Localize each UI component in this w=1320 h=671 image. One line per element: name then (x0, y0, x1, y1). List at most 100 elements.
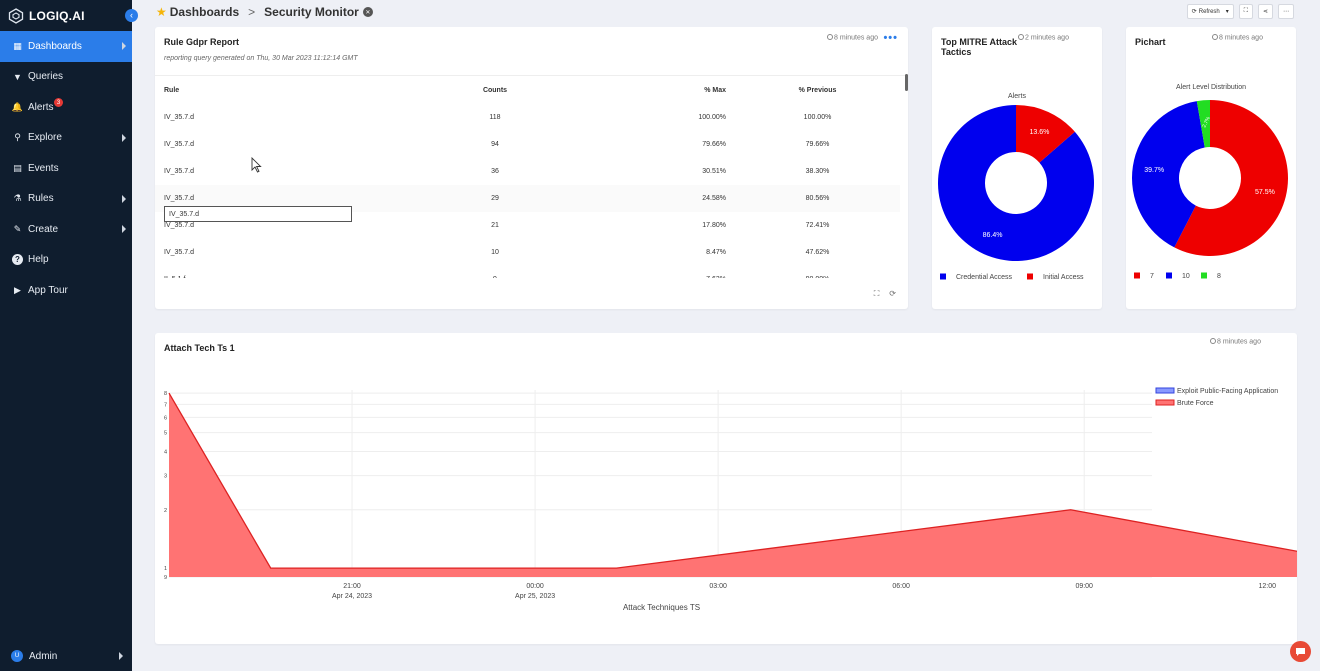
sidebar-item-explore[interactable]: ⚲ Explore (0, 123, 132, 154)
sidebar-item-queries[interactable]: ▼ Queries (0, 62, 132, 93)
widget-footer: ⛶ ⟳ (874, 289, 896, 299)
sidebar-item-app-tour[interactable]: ▶ App Tour (0, 275, 132, 306)
sidebar-item-alerts[interactable]: 🔔 Alerts 3 (0, 92, 132, 123)
chart-title: Alert Level Distribution (1176, 84, 1246, 91)
breadcrumb-dashboards[interactable]: Dashboards (170, 5, 239, 19)
mouse-cursor-icon (251, 157, 262, 173)
table-cell: 30.51% (702, 168, 726, 175)
sidebar-item-dashboards[interactable]: ▦ Dashboards (0, 31, 132, 62)
sidebar-item-events[interactable]: ▤ Events (0, 153, 132, 184)
legend-swatch (1201, 272, 1207, 279)
legend-swatch (1155, 399, 1175, 406)
table-cell: 79.66% (702, 141, 726, 148)
y-tick-label: 3 (164, 474, 167, 480)
refresh-button[interactable]: ⟳ Refresh ▾ (1186, 4, 1234, 19)
legend-label[interactable]: Brute Force (1177, 400, 1214, 407)
edit-icon: ✎ (13, 223, 22, 234)
table-cell: IV_35.7.d (164, 249, 194, 256)
table-row[interactable]: IV_35.7.d 94 79.66% 79.66% (155, 131, 900, 158)
y-tick-label: 8 (164, 391, 167, 397)
x-tick-sublabel: Apr 24, 2023 (332, 593, 372, 600)
alerts-count-badge: 3 (54, 98, 63, 107)
table-row[interactable]: IV_35.7.d 36 30.51% 38.30% (155, 158, 900, 185)
sidebar-item-create[interactable]: ✎ Create (0, 214, 132, 245)
legend-label[interactable]: Initial Access (1043, 274, 1084, 281)
table-scroll-area[interactable]: Rule Counts% Max% Previous IV_35.7.d 118 10… (155, 75, 908, 278)
sidebar: LOGIQ.AI ‹ ▦ Dashboards ▼ Queries 🔔 Alerts 3 ⚲ E… (0, 0, 138, 671)
table-cell: 90.00% (735, 266, 900, 278)
slice-value-label: 13.6% (1029, 129, 1049, 136)
table-body: IV_35.7.d 118 100.00% 100.00% IV_35.7.d 94 79.… (155, 104, 900, 278)
widget-title: Rule Gdpr Report (164, 37, 240, 47)
table-cell: II_5.1.f (155, 266, 395, 278)
info-icon[interactable]: ✕ (362, 7, 373, 17)
rule-gdpr-report-widget: Rule Gdpr Report reporting query generat… (155, 27, 908, 309)
column-header[interactable]: % Max (595, 76, 735, 104)
search-icon: ⚲ (14, 132, 21, 143)
cell-tooltip: IV_35.7.d (164, 206, 352, 222)
chat-icon (1296, 647, 1305, 656)
widget-menu-button[interactable]: ••• (883, 32, 898, 44)
attach-tech-ts-widget: Attach Tech Ts 1 8 minutes ago 912345678… (155, 333, 1297, 644)
table-scrollbar[interactable] (905, 74, 908, 91)
y-tick-label: 9 (164, 575, 167, 581)
chat-button[interactable] (1290, 641, 1311, 662)
legend-label[interactable]: 10 (1182, 273, 1190, 280)
refresh-icon[interactable]: ⟳ (889, 289, 896, 299)
table-row[interactable]: IV_35.7.d 118 100.00% 100.00% (155, 104, 900, 131)
brand-name: LOGIQ.AI (29, 8, 85, 23)
table-cell: 79.66% (805, 141, 830, 148)
sidebar-item-label: Help (28, 254, 49, 266)
table-cell: 7.63% (595, 266, 735, 278)
more-options-button[interactable]: ⋯ (1278, 4, 1294, 19)
attack-techniques-area-chart: 9 1 2 3 4 5 6 7 8 21:00 Apr 24, 2023 00:00 Apr 25, 2… (164, 387, 1297, 612)
sidebar-item-label: App Tour (28, 284, 68, 296)
chevron-right-icon (119, 652, 123, 660)
x-tick-label: 21:00 (343, 583, 361, 590)
share-button[interactable]: ⋖ (1257, 4, 1273, 19)
x-tick-label: 12:00 (1258, 583, 1276, 590)
sidebar-item-rules[interactable]: ⚗ Rules (0, 184, 132, 215)
legend-label[interactable]: Exploit Public-Facing Application (1177, 388, 1278, 395)
flask-icon: ⚗ (13, 193, 22, 204)
sidebar-item-label: Rules (28, 193, 54, 205)
legend-label[interactable]: 7 (1150, 273, 1154, 280)
question-icon: ? (12, 254, 23, 266)
table-cell: 100.00% (803, 114, 832, 121)
grid-icon: ▦ (13, 40, 22, 51)
table-cell: 80.56% (735, 185, 900, 212)
sidebar-nav: ▦ Dashboards ▼ Queries 🔔 Alerts 3 ⚲ Explore ▤ Even… (0, 31, 132, 306)
y-tick-label: 6 (164, 415, 167, 421)
slice-value-label: 57.5% (1255, 189, 1275, 196)
legend-label[interactable]: Credential Access (956, 274, 1013, 281)
table-header-row: Rule Counts% Max% Previous (155, 76, 900, 104)
table-row[interactable]: IV_35.7.d 10 8.47% 47.62% (155, 239, 900, 266)
table-cell: 72.41% (805, 222, 830, 229)
column-header[interactable]: Rule (155, 76, 395, 104)
table-cell: 10 (491, 249, 499, 256)
column-header[interactable]: % Previous (735, 76, 900, 104)
x-tick-label: 09:00 (1075, 583, 1093, 590)
expand-icon[interactable]: ⛶ (874, 289, 880, 299)
calendar-icon: ▤ (13, 162, 22, 173)
table-cell: 9 (395, 266, 595, 278)
legend-swatch (1155, 387, 1175, 394)
table-cell: 94 (491, 141, 499, 148)
table-cell: 24.58% (595, 185, 735, 212)
star-icon[interactable]: ★ (156, 5, 167, 19)
breadcrumb-separator: > (248, 5, 256, 19)
column-header[interactable]: Counts (395, 76, 595, 104)
area-fill-brute-force[interactable] (169, 393, 1297, 577)
table-row[interactable]: II_5.1.f97.63%90.00% (155, 266, 900, 278)
sidebar-item-help[interactable]: ? Help (0, 245, 132, 276)
alert-level-donut-chart: Alert Level Distribution57.5%39.7%2.7%7 1… (1132, 84, 1288, 280)
user-menu[interactable]: U Admin (0, 641, 132, 671)
legend-label[interactable]: 8 (1217, 273, 1221, 280)
widget-subtitle: reporting query generated on Thu, 30 Mar… (164, 55, 358, 62)
legend-swatch (1166, 272, 1172, 279)
brand[interactable]: LOGIQ.AI ‹ (0, 0, 138, 31)
x-axis-title: Attack Techniques TS (623, 603, 700, 612)
play-icon: ▶ (14, 284, 21, 295)
sidebar-item-label: Queries (28, 71, 64, 83)
fullscreen-button[interactable]: ⛶ (1238, 4, 1253, 19)
